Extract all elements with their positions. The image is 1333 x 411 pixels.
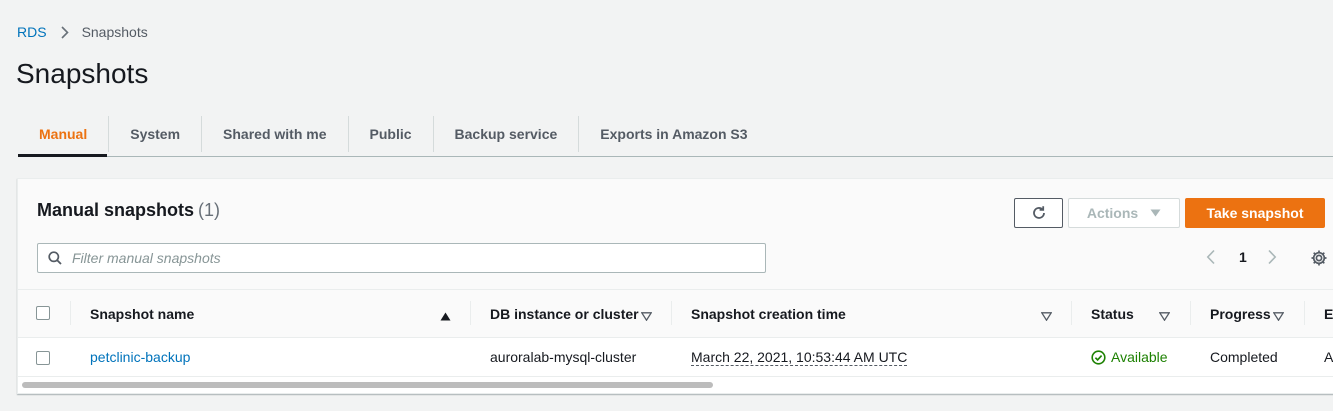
- search-icon: [48, 251, 62, 265]
- gear-icon[interactable]: [1310, 249, 1328, 272]
- refresh-button[interactable]: [1014, 198, 1063, 228]
- filter-snapshots-field: [37, 243, 766, 273]
- next-column-cell: A: [1324, 349, 1333, 365]
- manual-snapshots-panel: Manual snapshots (1) Actions Take snapsho…: [17, 178, 1333, 394]
- column-divider: [1304, 301, 1305, 325]
- column-db-instance[interactable]: DB instance or cluster: [490, 290, 639, 337]
- column-progress[interactable]: Progress: [1210, 290, 1271, 337]
- page-title: Snapshots: [16, 58, 149, 89]
- sort-down-icon[interactable]: [640, 308, 653, 326]
- tab-shared-with-me[interactable]: Shared with me: [202, 115, 349, 152]
- table-header: [18, 290, 1333, 337]
- sort-up-icon[interactable]: [440, 308, 451, 326]
- sort-down-icon[interactable]: [1158, 308, 1171, 326]
- status-cell: Available: [1091, 338, 1168, 376]
- tab-manual[interactable]: Manual: [18, 115, 110, 152]
- column-creation-time[interactable]: Snapshot creation time: [691, 290, 846, 337]
- column-divider: [1071, 301, 1072, 325]
- db-instance-cell: auroralab-mysql-cluster: [490, 349, 637, 365]
- column-divider: [1190, 301, 1191, 325]
- status-ok-icon: [1091, 349, 1106, 365]
- page-number[interactable]: 1: [1239, 249, 1247, 265]
- filter-snapshots-input[interactable]: [70, 249, 754, 267]
- snapshot-name-link[interactable]: petclinic-backup: [90, 349, 190, 365]
- column-divider: [470, 301, 471, 325]
- tab-backup-service[interactable]: Backup service: [434, 115, 580, 152]
- row-bottom-border: [18, 376, 1333, 377]
- tab-exports-s3[interactable]: Exports in Amazon S3: [579, 116, 768, 152]
- tab-list: Manual System Shared with me Public Back…: [18, 110, 1333, 157]
- breadcrumb: RDS Snapshots: [17, 24, 148, 40]
- creation-time-cell[interactable]: March 22, 2021, 10:53:44 AM UTC: [691, 349, 908, 366]
- panel-title-text: Manual snapshots: [37, 200, 195, 220]
- column-status[interactable]: Status: [1091, 290, 1134, 337]
- chevron-right-icon: [60, 25, 69, 39]
- caret-down-icon: [1150, 209, 1161, 217]
- scrollbar-thumb[interactable]: [22, 382, 713, 388]
- chevron-right-icon[interactable]: [1267, 249, 1277, 265]
- column-divider: [70, 301, 71, 325]
- tab-public[interactable]: Public: [349, 115, 434, 152]
- sort-down-icon[interactable]: [1040, 308, 1053, 326]
- breadcrumb-rds-link[interactable]: RDS: [17, 24, 47, 40]
- snapshot-count: (1): [198, 200, 221, 220]
- column-next-truncated[interactable]: E: [1324, 290, 1333, 337]
- actions-label: Actions: [1086, 205, 1139, 221]
- active-tab-indicator: [18, 154, 107, 157]
- column-snapshot-name[interactable]: Snapshot name: [90, 290, 194, 337]
- refresh-icon: [1031, 205, 1047, 221]
- actions-dropdown[interactable]: Actions: [1068, 198, 1180, 228]
- progress-cell: Completed: [1210, 349, 1278, 365]
- column-divider: [671, 301, 672, 325]
- panel-title: Manual snapshots (1): [37, 200, 220, 221]
- row-checkbox[interactable]: [36, 351, 50, 365]
- tabs-divider: [18, 156, 1333, 157]
- tab-system[interactable]: System: [109, 115, 203, 152]
- take-snapshot-button[interactable]: Take snapshot: [1185, 198, 1325, 228]
- select-all-checkbox[interactable]: [36, 306, 50, 320]
- status-text: Available: [1111, 349, 1168, 365]
- chevron-left-icon[interactable]: [1206, 249, 1216, 265]
- breadcrumb-current: Snapshots: [81, 24, 148, 40]
- sort-down-icon[interactable]: [1272, 308, 1285, 326]
